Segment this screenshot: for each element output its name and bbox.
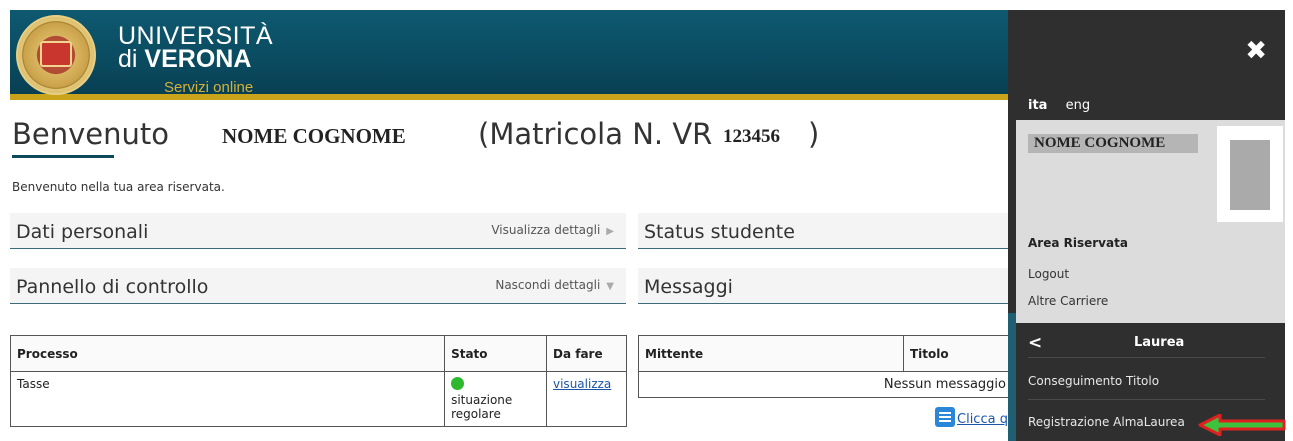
column-header-processo: Processo [9,335,446,372]
visualizza-link[interactable]: visualizza [553,377,611,391]
close-icon[interactable]: ✖ [1245,36,1267,66]
red-arrow-annotation-icon [1198,414,1286,436]
section-personal-data: Dati personali Visualizza dettagli ▶ [10,213,626,249]
table-header-row: Processo Stato Da fare [9,335,627,372]
cell-stato: situazione regolare [444,371,547,427]
no-messages-cell: Nessun messaggio [638,371,1013,398]
table-row: Nessun messaggio [638,371,1013,398]
chevron-right-icon: ▶ [606,226,614,237]
menu-item-conseguimento-titolo[interactable]: Conseguimento Titolo [1028,374,1159,388]
cell-processo: Tasse [9,371,446,427]
user-card: NOME COGNOME Area Riservata Logout Altre… [1016,120,1285,323]
click-here-label[interactable]: Clicca q [957,412,1008,427]
title-underline [12,155,114,158]
messages-table: Mittente Titolo Nessun messaggio [638,335,1013,398]
menu-divider [1028,399,1265,400]
page: UNIVERSITÀ di VERONA Servizi online Benv… [0,0,1293,441]
list-icon [935,407,955,427]
table-header-row: Mittente Titolo [638,335,1013,372]
header-gold-stripe [10,94,1010,100]
click-here-link[interactable]: Clicca q [935,407,1008,427]
section-control-title: Pannello di controllo [16,276,209,298]
language-switch: ita eng [1028,98,1090,113]
user-photo [1230,140,1270,210]
matricola-close: ) [808,117,820,151]
services-label: Servizi online [164,79,254,96]
submenu-header: < Laurea [1016,323,1285,365]
show-details-button[interactable]: Visualizza dettagli ▶ [491,223,614,237]
student-name: NOME COGNOME [222,124,406,148]
menu-divider [1028,357,1265,358]
section-student-status: Status studente [638,213,1013,249]
section-control-panel: Pannello di controllo Nascondi dettagli ▼ [10,268,626,304]
show-details-label: Visualizza dettagli [491,223,601,237]
university-di: di [118,45,138,73]
university-city: VERONA [144,45,252,73]
section-personal-title: Dati personali [16,221,149,243]
university-name-line2: di VERONA [118,46,251,72]
table-row: Tasse situazione regolare visualizza [9,371,627,427]
matricola-prefix: (Matricola N. VR [478,117,713,151]
hide-details-button[interactable]: Nascondi dettagli ▼ [495,278,614,292]
matricola-number: 123456 [723,126,780,147]
section-messages-title: Messaggi [644,276,733,298]
status-green-dot-icon [451,377,465,390]
seal-emblem-icon [40,41,72,67]
status-text-line2: regolare [451,407,501,421]
submenu-title: Laurea [1134,335,1185,350]
intro-text: Benvenuto nella tua area riservata. [12,180,225,194]
lang-eng-link[interactable]: eng [1066,98,1091,113]
panel-accent-edge [1008,313,1016,441]
university-seal-logo[interactable] [16,15,96,95]
column-header-stato: Stato [444,335,547,372]
other-careers-link[interactable]: Altre Carriere [1028,294,1108,308]
column-header-da-fare: Da fare [546,335,627,372]
menu-item-registrazione-almalaurea[interactable]: Registrazione AlmaLaurea [1028,415,1185,429]
chevron-down-icon: ▼ [606,281,614,292]
process-table: Processo Stato Da fare Tasse situazione … [9,335,627,427]
column-header-titolo: Titolo [903,335,1013,372]
area-riservata-title: Area Riservata [1028,236,1128,250]
lang-ita-link[interactable]: ita [1028,98,1047,113]
page-title: Benvenuto [12,117,169,151]
status-text-line1: situazione [451,393,513,407]
chevron-left-icon[interactable]: < [1028,333,1042,353]
column-header-mittente: Mittente [638,335,904,372]
cell-da-fare: visualizza [546,371,627,427]
hide-details-label: Nascondi dettagli [495,278,601,292]
logout-link[interactable]: Logout [1028,267,1069,281]
side-menu-panel: ✖ ita eng NOME COGNOME Area Riservata Lo… [1008,10,1285,441]
section-status-title: Status studente [644,221,795,243]
user-name: NOME COGNOME [1028,134,1198,153]
section-messages: Messaggi [638,268,1013,304]
